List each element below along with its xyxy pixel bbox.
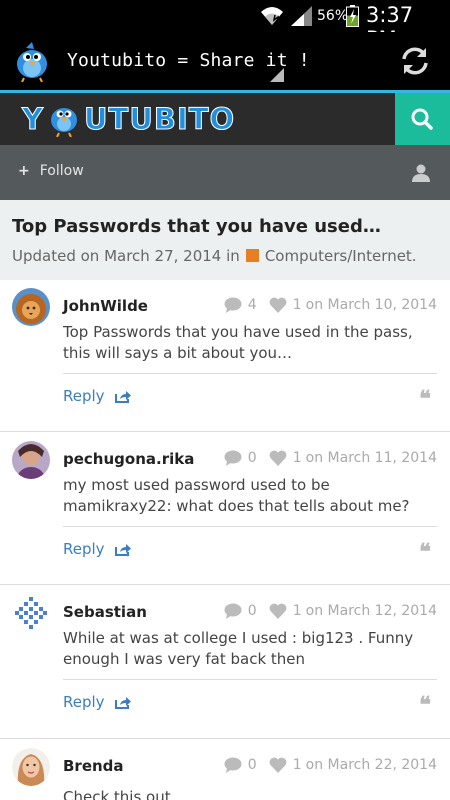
- heart-icon[interactable]: [269, 603, 287, 619]
- like-count: 1: [292, 450, 302, 466]
- pattern-avatar-icon: [12, 594, 50, 632]
- comment-item: pechugona.rika 0 1 on March 11, 2014 my …: [0, 433, 450, 585]
- comment-body: Check this out: [63, 788, 171, 800]
- follow-bar: + Follow: [0, 145, 450, 200]
- heart-icon[interactable]: [269, 757, 287, 773]
- comment-author[interactable]: Brenda: [63, 757, 124, 775]
- share-icon: [114, 390, 131, 403]
- like-count: 1: [292, 757, 302, 773]
- dropdown-triangle-icon[interactable]: [270, 68, 284, 82]
- avatar[interactable]: [12, 748, 50, 786]
- quote-icon[interactable]: ❝: [419, 692, 431, 718]
- comment-divider: [63, 679, 437, 680]
- signal-icon: [291, 6, 312, 26]
- reply-label: Reply: [63, 387, 105, 405]
- comment-date: on March 11, 2014: [305, 450, 437, 466]
- reply-button[interactable]: Reply: [63, 387, 131, 405]
- app-action-bar: Youtubito = Share it !: [0, 32, 450, 90]
- comment-item: JohnWilde 4 1 on March 10, 2014 Top Pass…: [0, 280, 450, 432]
- share-icon: [114, 696, 131, 709]
- comment-author[interactable]: JohnWilde: [63, 297, 148, 315]
- search-icon: [411, 108, 433, 130]
- quote-icon[interactable]: ❝: [419, 386, 431, 412]
- comment-count: 0: [247, 757, 257, 773]
- follow-label: Follow: [39, 163, 84, 179]
- status-bar: 56% 3:37 PM: [0, 0, 450, 51]
- user-icon[interactable]: [412, 164, 430, 182]
- comment-divider: [63, 373, 437, 374]
- comment-body: my most used password used to be mamikra…: [63, 476, 410, 515]
- post-updated: Updated on March 27, 2014 in: [12, 247, 240, 265]
- post-title[interactable]: Top Passwords that you have used…: [12, 216, 381, 237]
- post-meta: Updated on March 27, 2014 in Computers/In…: [12, 247, 417, 265]
- avatar[interactable]: [12, 441, 50, 479]
- reply-button[interactable]: Reply: [63, 540, 131, 558]
- avatar[interactable]: [12, 594, 50, 632]
- logo-bird-icon: [51, 108, 77, 137]
- comment-count: 0: [247, 603, 257, 619]
- share-icon: [114, 543, 131, 556]
- comment-count: 4: [247, 297, 257, 313]
- lion-avatar-icon: [12, 288, 50, 326]
- comment-date: on March 10, 2014: [305, 297, 437, 313]
- comment-count: 0: [247, 450, 257, 466]
- reply-label: Reply: [63, 693, 105, 711]
- comment-item: Sebastian 0 1 on March 12, 2014 While at…: [0, 586, 450, 739]
- comment-date: on March 12, 2014: [305, 603, 437, 619]
- comment-stats: 0 1 on March 11, 2014: [224, 450, 437, 466]
- heart-icon[interactable]: [269, 297, 287, 313]
- like-count: 1: [292, 603, 302, 619]
- comment-bubble-icon: [224, 603, 242, 619]
- battery-charging-icon: [346, 5, 359, 27]
- category-color-icon: [245, 249, 259, 262]
- comment-item: Brenda 0 1 on March 22, 2014 Check this …: [0, 740, 450, 800]
- wifi-icon: [261, 7, 283, 25]
- battery-percent: 56%: [317, 8, 349, 24]
- comment-body: Top Passwords that you have used in the …: [63, 323, 413, 362]
- logo-prefix: Y: [22, 102, 44, 137]
- person-avatar-icon: [12, 441, 50, 479]
- woman-avatar-icon: [12, 748, 50, 786]
- post-header: Top Passwords that you have used… Update…: [0, 200, 450, 280]
- comment-date: on March 22, 2014: [305, 757, 437, 773]
- site-header: Y UTUBITO: [0, 93, 450, 145]
- comment-stats: 0 1 on March 12, 2014: [224, 603, 437, 619]
- comment-bubble-icon: [224, 297, 242, 313]
- plus-icon: +: [18, 163, 30, 179]
- follow-button[interactable]: + Follow: [18, 163, 84, 179]
- like-count: 1: [292, 297, 302, 313]
- search-button[interactable]: [395, 93, 450, 145]
- comment-body: While at was at college I used : big123 …: [63, 629, 414, 668]
- comment-divider: [63, 526, 437, 527]
- refresh-icon[interactable]: [398, 44, 432, 78]
- comment-stats: 4 1 on March 10, 2014: [224, 297, 437, 313]
- post-category[interactable]: Computers/Internet.: [265, 247, 417, 265]
- reply-button[interactable]: Reply: [63, 693, 131, 711]
- comment-author[interactable]: pechugona.rika: [63, 450, 194, 468]
- comment-bubble-icon: [224, 450, 242, 466]
- reply-label: Reply: [63, 540, 105, 558]
- heart-icon[interactable]: [269, 450, 287, 466]
- app-bird-icon[interactable]: [12, 40, 52, 82]
- comment-author[interactable]: Sebastian: [63, 603, 147, 621]
- site-logo[interactable]: Y UTUBITO: [22, 97, 235, 141]
- comment-stats: 0 1 on March 22, 2014: [224, 757, 437, 773]
- avatar[interactable]: [12, 288, 50, 326]
- comment-bubble-icon: [224, 757, 242, 773]
- logo-text: UTUBITO: [83, 102, 236, 137]
- quote-icon[interactable]: ❝: [419, 539, 431, 565]
